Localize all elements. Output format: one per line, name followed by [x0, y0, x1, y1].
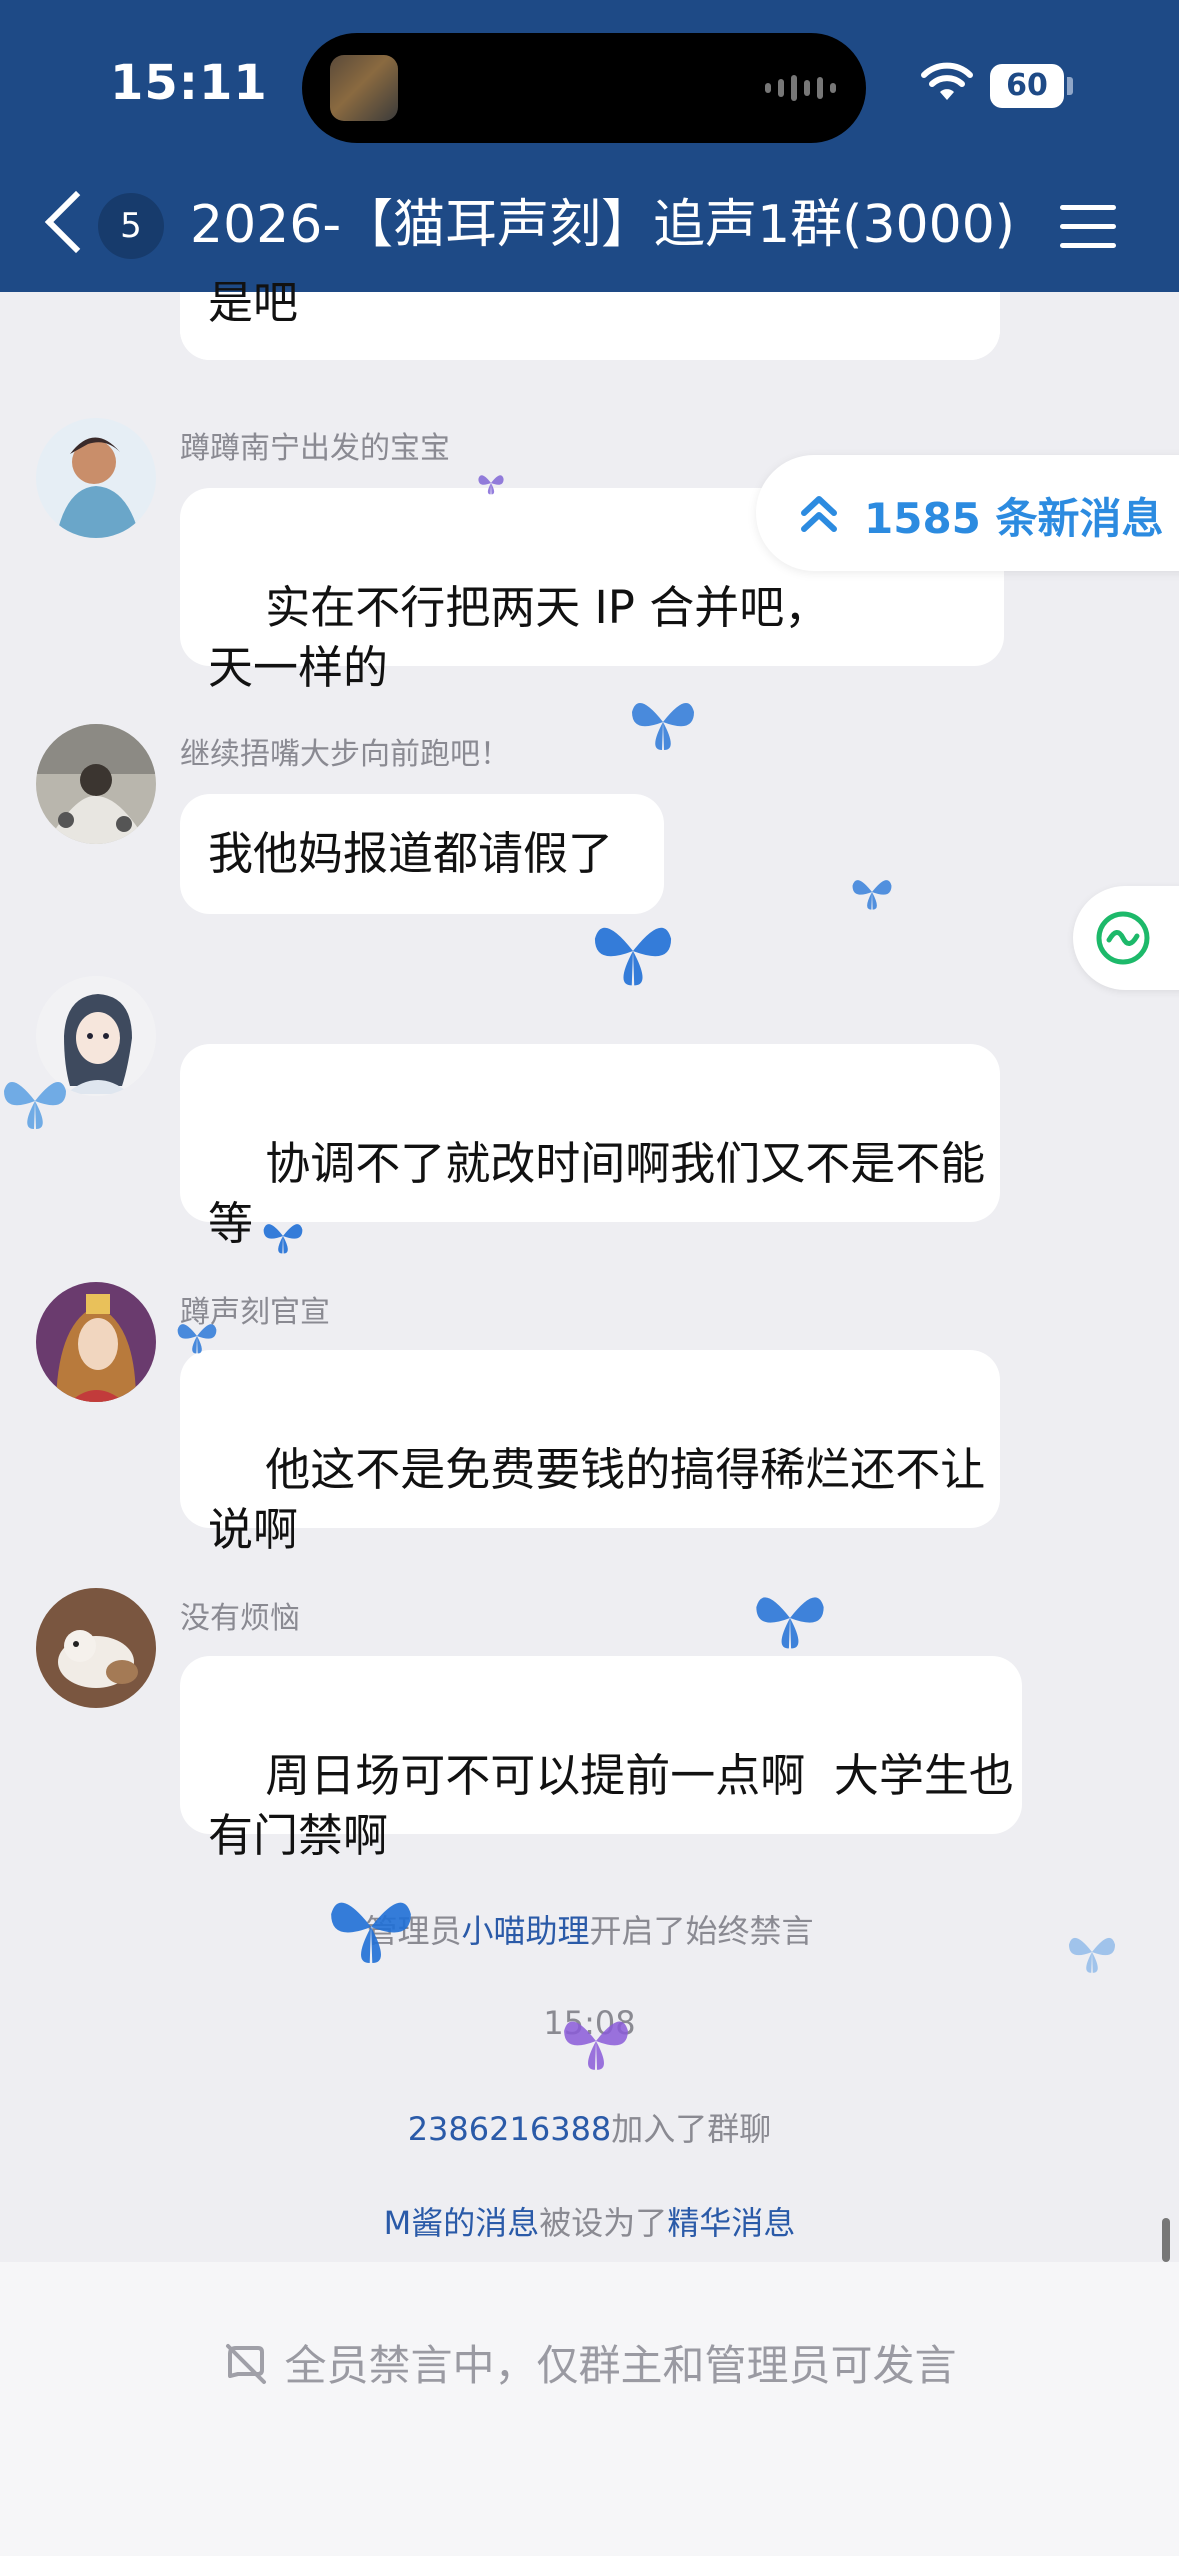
input-area-muted: 全员禁言中，仅群主和管理员可发言 [0, 2262, 1179, 2556]
avatar-image [36, 724, 156, 844]
message-text: 周日场可不可以提前一点啊 大学生也 有门禁啊 [208, 1749, 1014, 1862]
system-message-mute: 管理员小喵助理开启了始终禁言 [365, 1912, 814, 1950]
wifi-icon [921, 62, 973, 100]
system-message-join: 2386216388加入了群聊 [407, 2110, 772, 2148]
avatar[interactable] [36, 724, 156, 844]
message-text: 我他妈报道都请假了 [208, 827, 614, 880]
essence-tag-link[interactable]: 精华消息 [667, 2204, 795, 2242]
assistant-icon [1096, 911, 1150, 965]
user-link[interactable]: 2386216388 [408, 2110, 612, 2148]
avatar-image [36, 1588, 156, 1708]
butterfly-decoration [594, 927, 672, 986]
menu-icon[interactable] [1060, 205, 1116, 249]
sender-name: 继续捂嘴大步向前跑吧！ [180, 737, 510, 772]
status-time: 15:11 [110, 55, 268, 111]
butterfly-decoration [756, 1597, 824, 1649]
butterfly-decoration [632, 703, 694, 750]
system-message-essence: M酱的消息被设为了精华消息 [383, 2204, 796, 2242]
message-bubble[interactable]: 周日场可不可以提前一点啊 大学生也 有门禁啊 [180, 1656, 1022, 1862]
back-chevron-icon[interactable] [40, 190, 108, 256]
butterfly-decoration [331, 1902, 411, 1963]
butterfly-decoration [263, 1224, 303, 1254]
butterfly-decoration [478, 475, 504, 495]
butterfly-decoration [1068, 1937, 1116, 1973]
avatar-image [36, 418, 156, 538]
muted-notice: 全员禁言中，仅群主和管理员可发言 [0, 2332, 1179, 2393]
avatar[interactable] [36, 1282, 156, 1402]
butterfly-decoration [4, 1082, 66, 1129]
new-messages-button[interactable]: 1585 条新消息 [756, 455, 1179, 571]
essence-message-link[interactable]: M酱的消息 [384, 2204, 540, 2242]
sender-name: 蹲蹲南宁出发的宝宝 [180, 431, 450, 466]
butterfly-decoration [564, 2021, 628, 2070]
message-text-partial: 是吧 [208, 280, 299, 329]
avatar-image [36, 1282, 156, 1402]
message-text: 协调不了就改时间啊我们又不是不能 等 [208, 1137, 986, 1250]
butterfly-decoration [177, 1324, 217, 1354]
butterfly-decoration [852, 880, 892, 910]
message-bubble[interactable]: 我他妈报道都请假了 [180, 794, 664, 914]
message-text: 实在不行把两天 IP 合并吧， 天一样的 [208, 581, 830, 694]
message-bubble[interactable]: 协调不了就改时间啊我们又不是不能 等 [180, 1044, 1000, 1250]
muted-icon [226, 2344, 267, 2384]
now-playing-thumbnail[interactable] [330, 55, 398, 121]
audio-wave-icon [765, 73, 836, 103]
chat-header: 15:11 60 5 2026-【猫耳声刻】追声1群(3000) [0, 0, 1179, 292]
message-bubble[interactable]: 他这不是免费要钱的搞得稀烂还不让 说啊 [180, 1350, 1000, 1556]
battery-indicator: 60 [990, 64, 1064, 108]
double-chevron-up-icon [801, 496, 837, 532]
dynamic-island [302, 33, 866, 143]
group-title[interactable]: 2026-【猫耳声刻】追声1群(3000) [190, 190, 1015, 260]
message-text: 他这不是免费要钱的搞得稀烂还不让 说啊 [208, 1443, 986, 1556]
unread-count-badge[interactable]: 5 [98, 193, 164, 259]
battery-tip [1067, 77, 1073, 95]
sender-name: 没有烦恼 [180, 1601, 300, 1636]
new-messages-label: 1585 条新消息 [864, 494, 1164, 543]
message-bubble-partial[interactable] [180, 292, 1000, 360]
admin-link[interactable]: 小喵助理 [461, 1912, 589, 1950]
scrollbar[interactable] [1162, 2218, 1170, 2262]
floating-assistant-button[interactable] [1073, 886, 1179, 990]
avatar[interactable] [36, 1588, 156, 1708]
avatar[interactable] [36, 418, 156, 538]
